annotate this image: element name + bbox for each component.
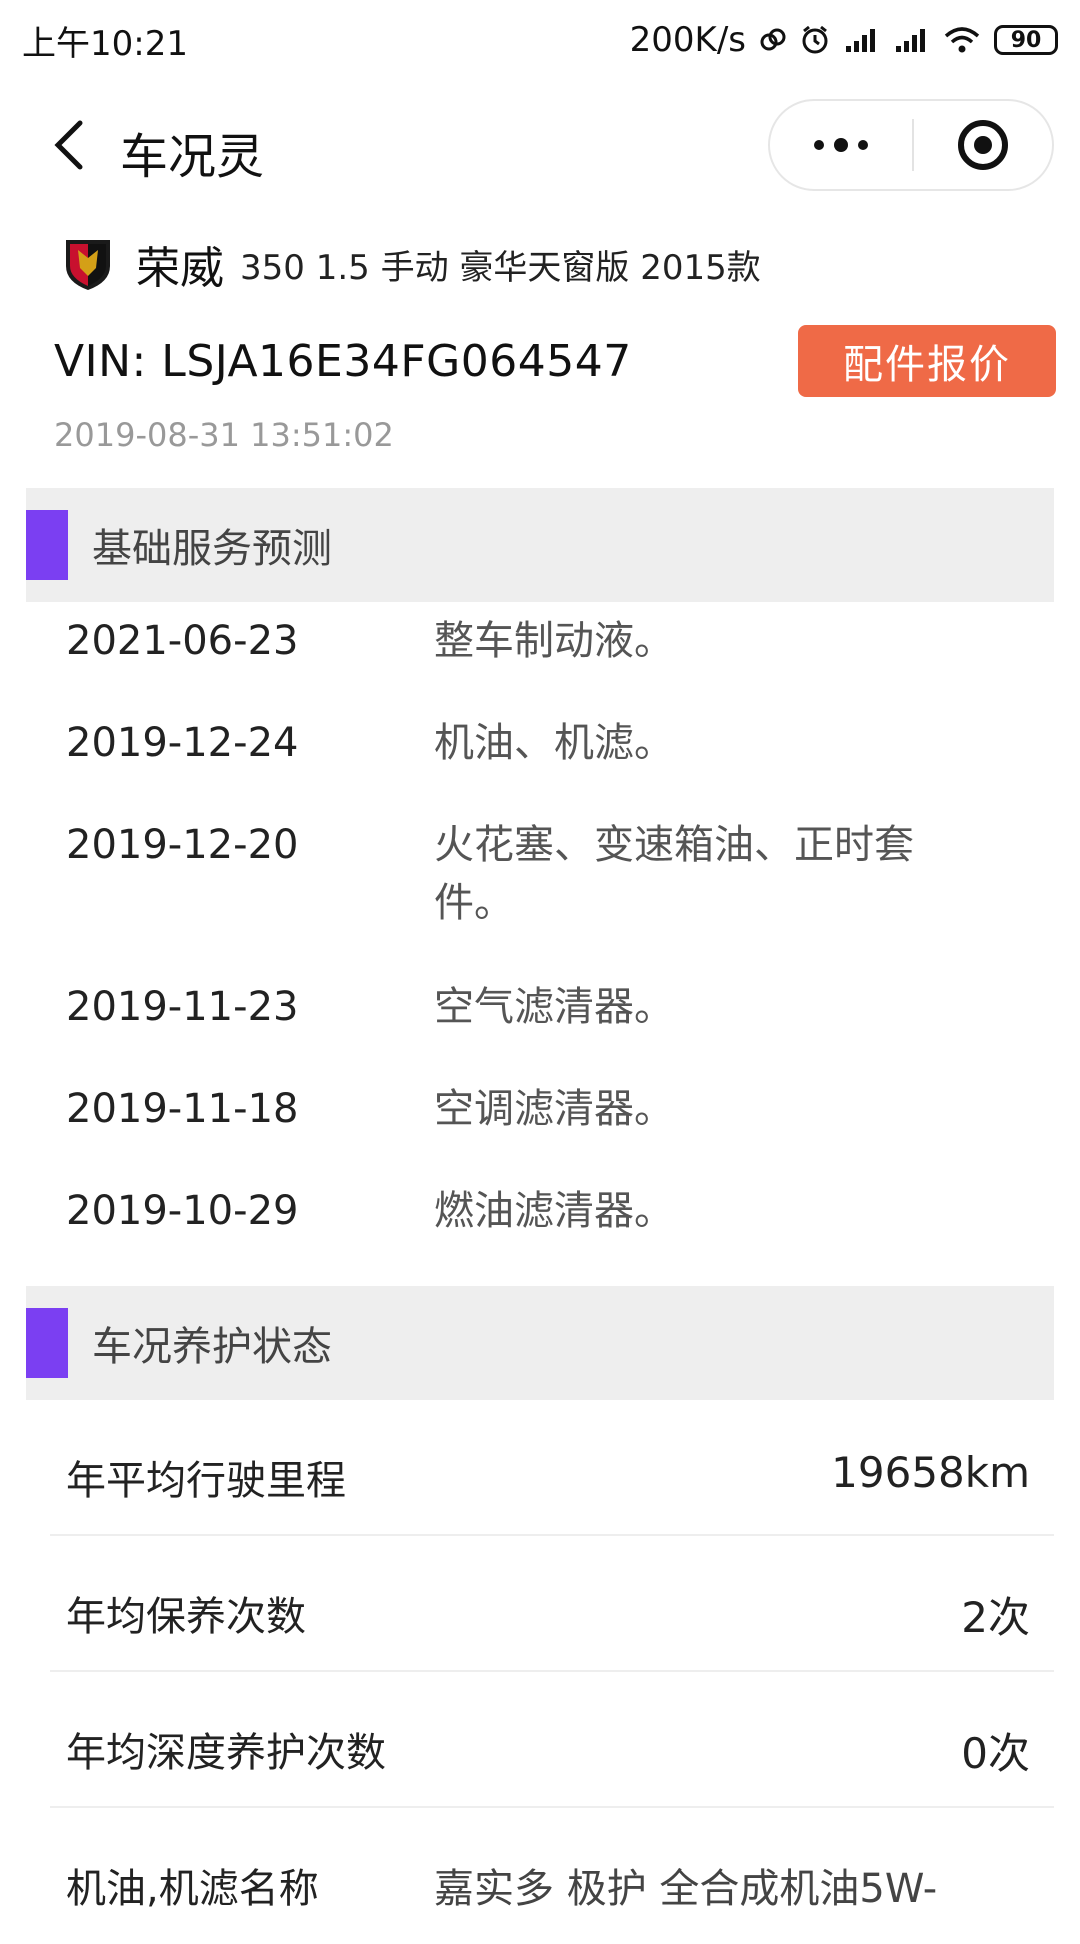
prediction-date: 2019-11-23 [66, 984, 299, 1030]
prediction-desc: 整车制动液。 [434, 618, 674, 664]
target-close-icon [958, 120, 1008, 170]
page-title: 车况灵 [120, 129, 265, 185]
alarm-icon [800, 25, 830, 55]
prediction-desc: 机油、机滤。 [434, 720, 674, 766]
list-item: 2019-10-29 燃油滤清器。 [0, 1182, 1080, 1284]
section-title: 车况养护状态 [92, 1324, 332, 1370]
table-row: 年平均行驶里程 19658km [50, 1400, 1054, 1536]
car-brand: 荣威 [136, 243, 224, 294]
car-model: 350 1.5 手动 豪华天窗版 2015款 [240, 247, 761, 288]
vin-number: VIN: LSJA16E34FG064547 [54, 336, 632, 387]
table-row: 年均保养次数 2次 [50, 1536, 1054, 1672]
title-bar: 车况灵 [0, 95, 1080, 195]
prediction-date: 2021-06-23 [66, 618, 299, 664]
chevron-left-icon [54, 120, 83, 170]
table-row: 机油,机滤名称 嘉实多 极护 全合成机油5W- [50, 1808, 1054, 1944]
car-info: 荣威 350 1.5 手动 豪华天窗版 2015款 [62, 232, 761, 296]
signal-icon [844, 26, 880, 54]
more-dots-icon [814, 138, 868, 152]
list-item: 2021-06-23 整车制动液。 [0, 612, 1080, 714]
back-button[interactable] [40, 115, 100, 175]
status-bar: 上午10:21 200K/s 90 [0, 0, 1080, 80]
wifi-icon [944, 26, 980, 54]
parts-quote-button[interactable]: 配件报价 [798, 325, 1056, 397]
more-button[interactable] [770, 101, 912, 189]
battery-icon: 90 [994, 25, 1058, 55]
list-item: 2019-12-20 火花塞、变速箱油、正时套件。 [0, 816, 1080, 978]
status-label: 年均深度养护次数 [66, 1730, 386, 1776]
status-indicators: 200K/s 90 [630, 20, 1058, 60]
list-item: 2019-11-23 空气滤清器。 [0, 978, 1080, 1080]
list-item: 2019-11-18 空调滤清器。 [0, 1080, 1080, 1182]
network-speed: 200K/s [629, 20, 746, 60]
prediction-date: 2019-11-18 [66, 1086, 299, 1132]
close-miniprogram-button[interactable] [914, 101, 1052, 189]
prediction-desc: 空气滤清器。 [434, 984, 674, 1030]
section-accent-bar [26, 510, 68, 580]
status-value: 嘉实多 极护 全合成机油5W- [434, 1866, 938, 1912]
signal-icon-2 [894, 26, 930, 54]
prediction-date: 2019-12-24 [66, 720, 299, 766]
status-label: 机油,机滤名称 [66, 1866, 319, 1912]
section-accent-bar [26, 1308, 68, 1378]
table-row: 年均深度养护次数 0次 [50, 1672, 1054, 1808]
report-timestamp: 2019-08-31 13:51:02 [54, 416, 394, 454]
status-value: 19658km [831, 1448, 1030, 1497]
status-label: 年均保养次数 [66, 1594, 306, 1640]
maintenance-status-list: 年平均行驶里程 19658km 年均保养次数 2次 年均深度养护次数 0次 机油… [0, 1400, 1080, 1944]
link-icon [760, 27, 786, 53]
roewe-logo-icon [66, 240, 110, 290]
maintenance-status-header: 车况养护状态 [26, 1286, 1054, 1400]
status-time: 上午10:21 [22, 23, 188, 64]
list-item: 2019-12-24 机油、机滤。 [0, 714, 1080, 816]
prediction-desc: 火花塞、变速箱油、正时套件。 [434, 822, 914, 926]
section-title: 基础服务预测 [92, 526, 332, 572]
prediction-date: 2019-12-20 [66, 822, 299, 868]
prediction-desc: 燃油滤清器。 [434, 1188, 674, 1234]
miniprogram-capsule [768, 99, 1054, 191]
status-value: 2次 [961, 1593, 1030, 1642]
status-label: 年平均行驶里程 [66, 1458, 346, 1504]
status-value: 0次 [961, 1729, 1030, 1778]
service-prediction-list: 2021-06-23 整车制动液。 2019-12-24 机油、机滤。 2019… [0, 612, 1080, 1284]
prediction-desc: 空调滤清器。 [434, 1086, 674, 1132]
basic-service-header: 基础服务预测 [26, 488, 1054, 602]
prediction-date: 2019-10-29 [66, 1188, 299, 1234]
